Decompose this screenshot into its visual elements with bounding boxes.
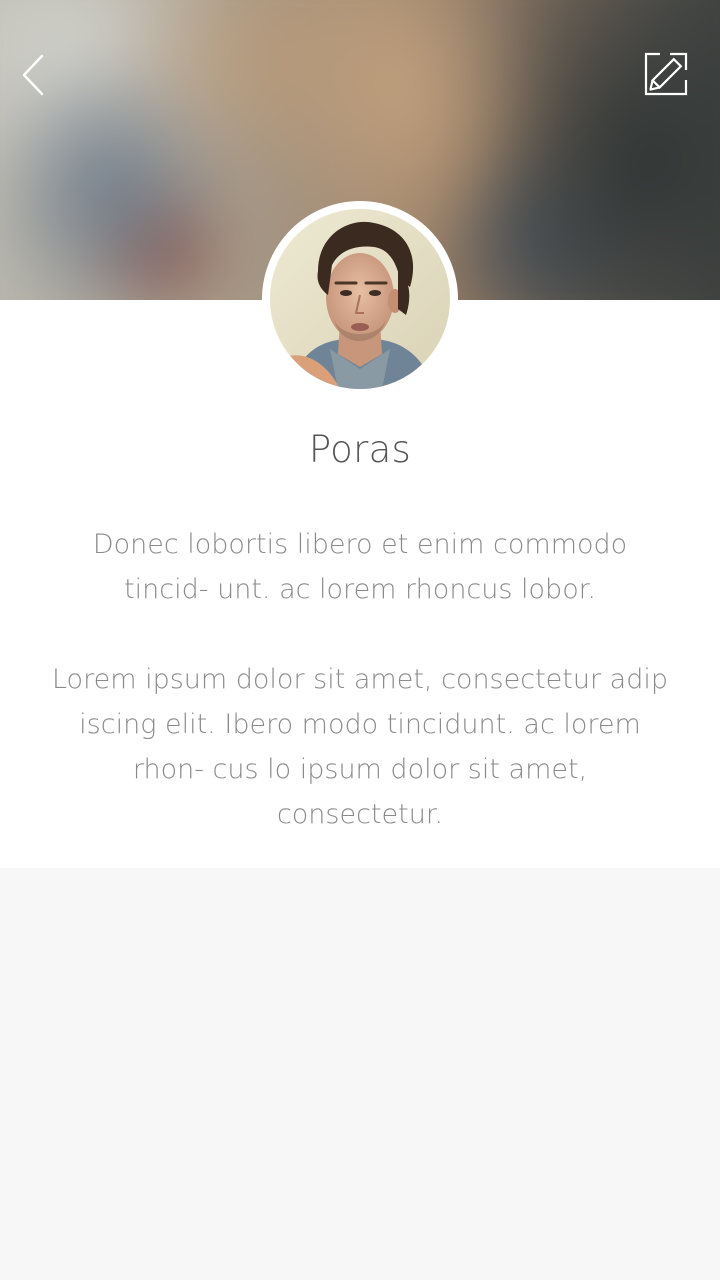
profile-screen: Poras Donec lobortis libero et enim comm… [0, 0, 720, 1280]
chevron-left-icon [22, 54, 44, 96]
back-button[interactable] [14, 50, 54, 100]
profile-name: Poras [308, 428, 412, 471]
avatar-photo [270, 209, 450, 389]
edit-profile-button[interactable] [640, 48, 692, 100]
edit-pencil-icon [644, 52, 688, 96]
bio-paragraph-2: Lorem ipsum dolor sit amet, consectetur … [51, 664, 668, 830]
avatar[interactable] [270, 209, 450, 389]
bio-paragraph-1: Donec lobortis libero et enim commodo ti… [92, 529, 628, 605]
footer-panel [0, 868, 720, 1280]
